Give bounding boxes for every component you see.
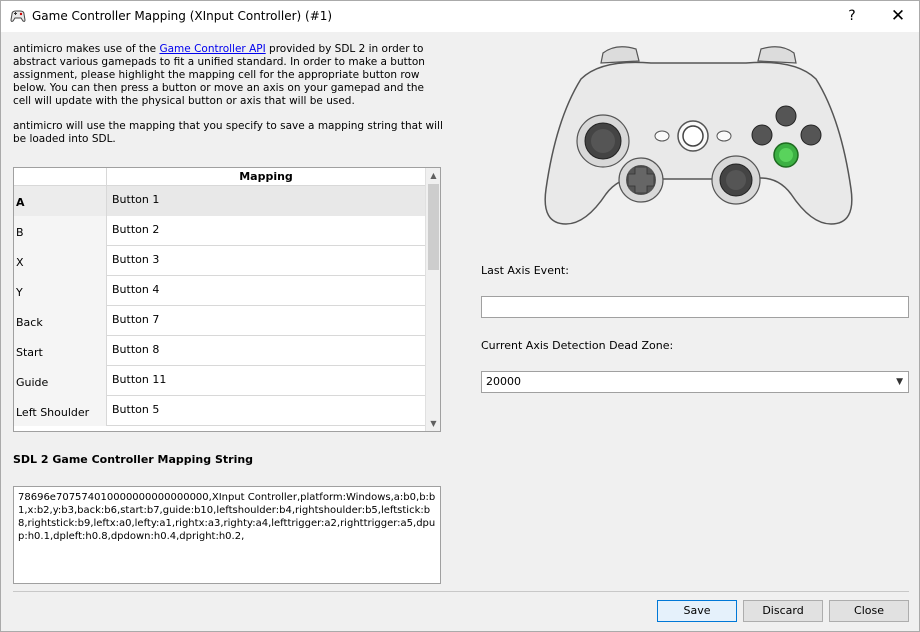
mapping-cell[interactable]: Button 1 (107, 186, 425, 216)
mapping-cell[interactable]: Button 3 (107, 246, 425, 276)
help-button[interactable]: ? (835, 1, 869, 32)
game-controller-api-link[interactable]: Game Controller API (159, 43, 265, 55)
discard-button[interactable]: Discard (743, 600, 823, 622)
save-button[interactable]: Save (657, 600, 737, 622)
window-title: Game Controller Mapping (XInput Controll… (32, 9, 333, 23)
table-row[interactable]: Y Button 4 (14, 276, 425, 306)
table-rows: A Button 1 B Button 2 X Button 3 Y Button 4 Back… (14, 186, 425, 426)
row-header-label[interactable]: Guide (14, 366, 107, 396)
dead-zone-value: 20000 (486, 375, 521, 388)
intro-paragraph-1: antimicro makes use of the Game Controll… (13, 43, 443, 108)
last-axis-event-label: Last Axis Event: (481, 264, 569, 277)
close-window-button[interactable]: ✕ (877, 1, 919, 32)
mapping-cell[interactable]: Button 11 (107, 366, 425, 396)
mapping-column-header[interactable]: Mapping (107, 168, 425, 186)
table-row[interactable]: Back Button 7 (14, 306, 425, 336)
row-header-label[interactable]: Start (14, 336, 107, 366)
mapping-cell[interactable]: Button 2 (107, 216, 425, 246)
mapping-table: Mapping A Button 1 B Button 2 X Button 3 Y Butt… (13, 167, 441, 432)
table-scrollbar[interactable]: ▲ ▼ (425, 168, 440, 431)
mapping-string-textarea[interactable]: 78696e707574010000000000000000,XInput Co… (13, 486, 441, 584)
intro-paragraph-2: antimicro will use the mapping that you … (13, 120, 443, 145)
last-axis-event-field[interactable] (481, 296, 909, 318)
row-header-label[interactable]: Y (14, 276, 107, 306)
row-header-label[interactable]: A (14, 186, 107, 216)
table-row[interactable]: Guide Button 11 (14, 366, 425, 396)
table-row[interactable]: A Button 1 (14, 186, 425, 216)
table-row[interactable]: Start Button 8 (14, 336, 425, 366)
row-header-label[interactable]: Back (14, 306, 107, 336)
chevron-down-icon: ▼ (896, 377, 903, 387)
mapping-string-label: SDL 2 Game Controller Mapping String (13, 453, 254, 466)
scroll-up-arrow[interactable]: ▲ (426, 168, 440, 183)
table-row[interactable]: B Button 2 (14, 216, 425, 246)
button-divider (13, 591, 909, 592)
title-bar: Game Controller Mapping (XInput Controll… (1, 1, 919, 32)
row-header-label[interactable]: B (14, 216, 107, 246)
scroll-thumb[interactable] (428, 184, 439, 270)
intro-text-part: antimicro makes use of the (13, 43, 160, 55)
dialog-window: Game Controller Mapping (XInput Controll… (0, 0, 920, 632)
intro-text: antimicro makes use of the Game Controll… (13, 43, 443, 146)
mapping-cell[interactable]: Button 4 (107, 276, 425, 306)
table-corner (14, 168, 107, 186)
table-header: Mapping (14, 168, 425, 186)
table-row[interactable]: X Button 3 (14, 246, 425, 276)
row-header-label[interactable]: Left Shoulder (14, 396, 107, 426)
mapping-cell[interactable]: Button 8 (107, 336, 425, 366)
dead-zone-select[interactable]: 20000 ▼ (481, 371, 909, 393)
scroll-down-arrow[interactable]: ▼ (426, 416, 440, 431)
dead-zone-label: Current Axis Detection Dead Zone: (481, 339, 674, 352)
controller-image (544, 46, 853, 225)
mapping-cell[interactable]: Button 5 (107, 396, 425, 426)
gamepad-icon (10, 10, 26, 22)
mapping-cell[interactable]: Button 7 (107, 306, 425, 336)
close-button[interactable]: Close (829, 600, 909, 622)
row-header-label[interactable]: X (14, 246, 107, 276)
table-row[interactable]: Left Shoulder Button 5 (14, 396, 425, 426)
